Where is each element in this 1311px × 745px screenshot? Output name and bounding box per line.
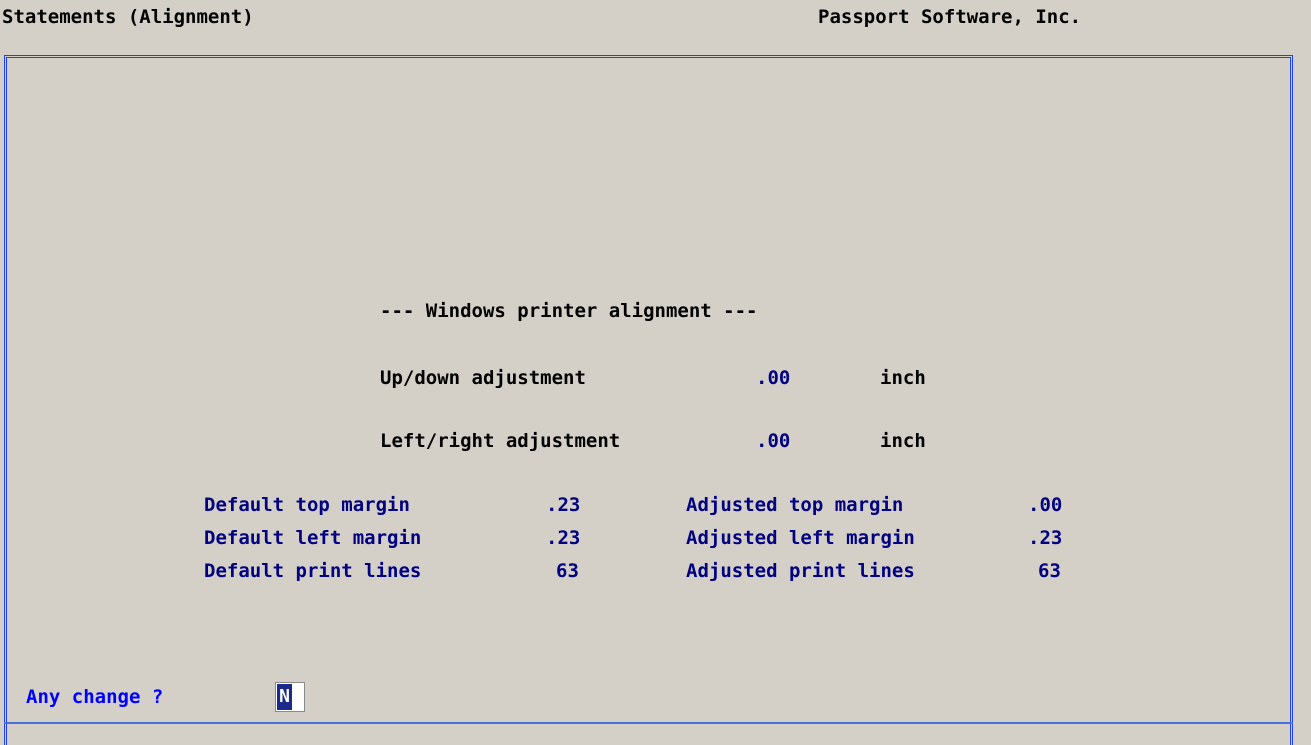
any-change-input[interactable]: N [275,682,305,712]
leftright-label: Left/right adjustment [380,430,621,452]
adjusted-left-margin-label: Adjusted left margin [686,527,915,549]
alignment-heading: --- Windows printer alignment --- [380,300,758,322]
adjusted-top-margin-label: Adjusted top margin [686,494,904,516]
updown-value[interactable]: .00 [756,367,790,389]
default-print-lines-label: Default print lines [204,560,422,582]
default-left-margin-label: Default left margin [204,527,422,549]
any-change-prompt: Any change ? [26,686,164,708]
default-left-margin-value: .23 [546,527,581,549]
adjusted-print-lines-label: Adjusted print lines [686,560,915,582]
bottom-divider [4,722,1293,724]
any-change-input-value: N [277,684,292,710]
leftright-value[interactable]: .00 [756,430,790,452]
adjusted-left-margin-value: .23 [1028,527,1063,549]
updown-label: Up/down adjustment [380,367,586,389]
company-name: Passport Software, Inc. [818,6,1082,28]
screen-border [4,55,1293,745]
updown-unit: inch [880,367,926,389]
window-title: Statements (Alignment) [2,6,254,28]
leftright-unit: inch [880,430,926,452]
adjusted-top-margin-value: .00 [1028,494,1063,516]
default-top-margin-value: .23 [546,494,581,516]
default-top-margin-label: Default top margin [204,494,410,516]
default-print-lines-value: 63 [556,560,579,582]
adjusted-print-lines-value: 63 [1038,560,1061,582]
